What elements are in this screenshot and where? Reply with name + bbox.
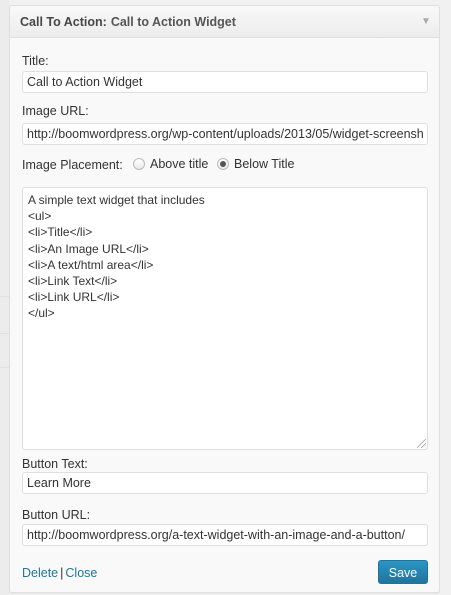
triangle-down-icon[interactable]: ▼: [419, 15, 433, 29]
radio-above-title[interactable]: [133, 158, 145, 170]
radio-above-title-label: Above title: [150, 157, 209, 171]
text-line: <li>A text/html area</li>: [28, 257, 154, 272]
title-input[interactable]: [22, 71, 428, 93]
widget-control-links: Delete | Close: [22, 566, 97, 580]
radio-below-title[interactable]: [217, 158, 229, 170]
delete-link[interactable]: Delete: [22, 566, 58, 580]
close-link[interactable]: Close: [65, 566, 97, 580]
widget-header[interactable]: Call To Action: Call to Action Widget ▼: [10, 6, 439, 38]
button-url-label: Button URL:: [22, 508, 91, 522]
save-button[interactable]: Save: [378, 560, 428, 584]
widget-panel: Call To Action: Call to Action Widget ▼ T…: [9, 5, 440, 593]
link-separator: |: [60, 566, 64, 580]
text-line: A simple text widget that includes: [28, 193, 205, 207]
widget-title: Call To Action: Call to Action Widget: [20, 15, 236, 29]
radio-below-title-label: Below Title: [234, 157, 295, 171]
button-url-input[interactable]: [22, 524, 428, 546]
text-line: </ul>: [28, 306, 55, 321]
text-line: <li>Link Text</li>: [28, 274, 118, 289]
text-line: <li>Title</li>: [28, 225, 93, 240]
image-placement-label: Image Placement:: [22, 158, 123, 172]
placement-option-below-title[interactable]: Below Title: [217, 157, 294, 171]
widget-controls: Delete | Close Save: [22, 560, 428, 584]
title-label: Title:: [22, 54, 49, 68]
background-divider: [0, 367, 9, 368]
background-divider: [0, 296, 9, 297]
text-line: <li>Link URL</li>: [28, 290, 120, 305]
widget-text-area[interactable]: A simple text widget that includes <ul> …: [22, 187, 428, 450]
text-line: <li>An Image URL</li>: [28, 241, 149, 256]
image-url-input[interactable]: [22, 123, 428, 145]
image-placement-row: Image Placement: Above title Below Title: [22, 157, 428, 177]
background-sidebar-strip: [0, 0, 9, 595]
resize-grip-icon[interactable]: [417, 439, 426, 448]
button-text-label: Button Text:: [22, 457, 88, 471]
widget-title-prefix: Call To Action:: [20, 15, 107, 29]
placement-option-above-title[interactable]: Above title: [133, 157, 208, 171]
image-url-label: Image URL:: [22, 104, 89, 118]
widget-title-instance: Call to Action Widget: [110, 15, 236, 29]
background-divider: [0, 333, 9, 334]
text-line: <ul>: [28, 209, 52, 224]
button-text-input[interactable]: [22, 472, 428, 494]
